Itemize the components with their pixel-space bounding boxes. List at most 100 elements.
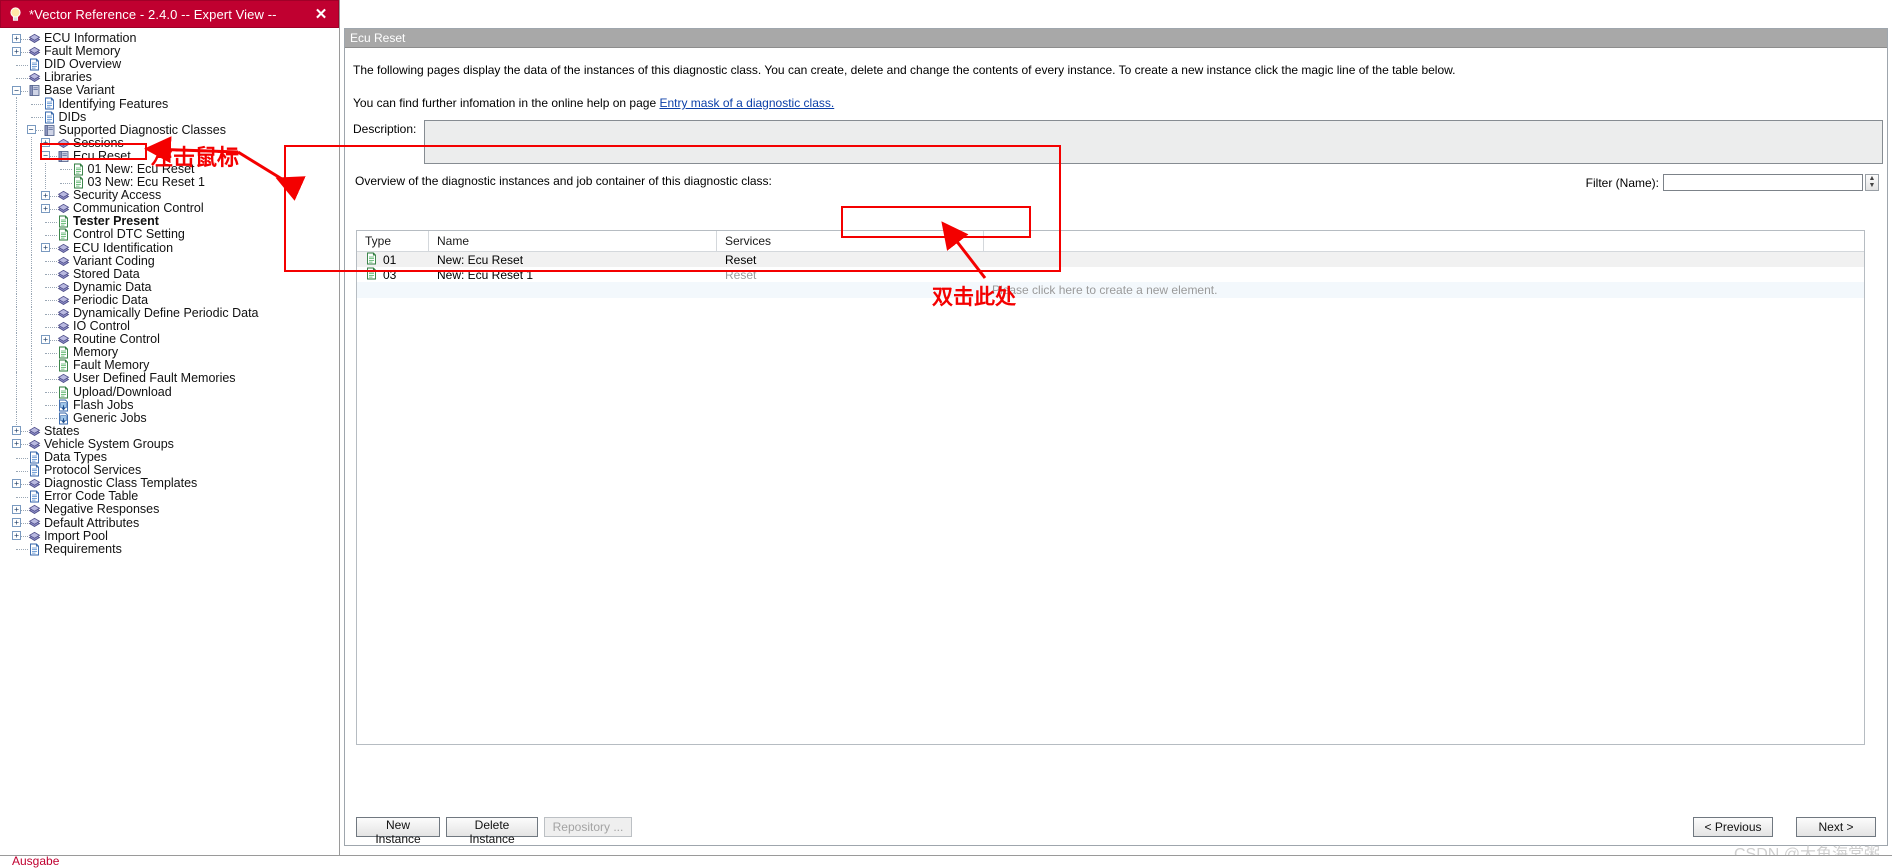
table-column-header[interactable]: Name	[429, 231, 717, 251]
tree-item-memory[interactable]: Memory	[0, 346, 339, 360]
tree-item-generic-jobs[interactable]: Generic Jobs	[0, 411, 339, 425]
tree-expand-icon[interactable]: +	[41, 190, 50, 200]
tree-item-io-control[interactable]: IO Control	[0, 320, 339, 334]
tree-item-ecu-information[interactable]: + ECU Information	[0, 32, 339, 45]
instances-table[interactable]: Type Name Services 01 New: Ecu Reset Reset 03…	[356, 230, 1865, 745]
tree-collapse-icon[interactable]: −	[26, 125, 36, 135]
tree-expand-icon[interactable]: +	[12, 531, 21, 541]
tree-item-error-code-table[interactable]: Error Code Table	[0, 490, 339, 503]
table-column-header[interactable]: Services	[717, 231, 984, 251]
magic-line-hint-text[interactable]: Please click here to create a new elemen…	[984, 283, 1864, 297]
tree-item-periodic-data[interactable]: Periodic Data	[0, 293, 339, 307]
delete-instance-button[interactable]: Delete Instance	[446, 817, 538, 846]
intro-text-block: The following pages display the data of …	[345, 48, 1887, 111]
books-icon	[57, 372, 70, 385]
tree-item-01-new-ecu-reset[interactable]: 01 New: Ecu Reset	[0, 162, 339, 177]
magic-new-element-row[interactable]: Please click here to create a new elemen…	[357, 282, 1864, 298]
tree-item-base-variant[interactable]: − Base Variant	[0, 84, 339, 97]
books-icon	[57, 333, 70, 346]
tree-item-vehicle-system-groups[interactable]: + Vehicle System Groups	[0, 436, 339, 451]
application-window: *Vector Reference - 2.4.0 -- Expert View…	[0, 0, 1892, 868]
tree-item-user-defined-fault-memories[interactable]: User Defined Fault Memories	[0, 371, 339, 386]
tree-expand-icon[interactable]: +	[12, 478, 21, 488]
tree-item-fault-memory[interactable]: + Fault Memory	[0, 45, 339, 58]
tree-collapse-icon[interactable]: −	[12, 85, 21, 95]
overview-label: Overview of the diagnostic instances and…	[355, 174, 772, 188]
tree-item-label: Security Access	[73, 188, 162, 203]
tree-item-import-pool[interactable]: + Import Pool	[0, 529, 339, 543]
previous-button[interactable]: < Previous	[1693, 817, 1773, 837]
tree-item-ecu-identification[interactable]: + ECU Identification	[0, 241, 339, 255]
close-icon[interactable]: ✕	[310, 3, 332, 25]
table-row[interactable]: 01 New: Ecu Reset Reset	[357, 252, 1864, 267]
table-column-header[interactable]	[984, 231, 1864, 251]
tree-item-states[interactable]: + States	[0, 424, 339, 438]
greenpage-icon	[57, 359, 70, 372]
tree-item-flash-jobs[interactable]: Flash Jobs	[0, 398, 339, 412]
project-tree[interactable]: + ECU Information + Fault Memory DID Overvie…	[0, 28, 339, 855]
table-body[interactable]: 01 New: Ecu Reset Reset 03 New: Ecu Reset 1 R…	[357, 252, 1864, 298]
table-column-header[interactable]: Type	[357, 231, 429, 251]
row-name-cell: New: Ecu Reset 1	[437, 267, 534, 282]
tree-item-upload-download[interactable]: Upload/Download	[0, 385, 339, 399]
online-help-link[interactable]: Entry mask of a diagnostic class.	[659, 96, 834, 110]
tree-item-protocol-services[interactable]: Protocol Services	[0, 464, 339, 477]
tree-item-label: User Defined Fault Memories	[73, 371, 236, 386]
tree-item-control-dtc-setting[interactable]: Control DTC Setting	[0, 228, 339, 242]
tree-expand-icon[interactable]: +	[12, 504, 21, 514]
tree-item-did-overview[interactable]: DID Overview	[0, 58, 339, 71]
tree-item-security-access[interactable]: + Security Access	[0, 188, 339, 203]
tree-expand-icon[interactable]: +	[41, 203, 50, 213]
tree-item-label: Data Types	[44, 450, 108, 465]
tree-expand-icon[interactable]: +	[12, 33, 21, 43]
tree-item-diagnostic-class-templates[interactable]: + Diagnostic Class Templates	[0, 477, 339, 490]
tree-item-data-types[interactable]: Data Types	[0, 451, 339, 464]
tree-item-variant-coding[interactable]: Variant Coding	[0, 254, 339, 268]
tree-guide-line	[30, 267, 32, 281]
tree-item-label: Error Code Table	[44, 489, 139, 504]
new-instance-button[interactable]: New Instance	[356, 817, 440, 846]
tree-expand-icon[interactable]: +	[12, 426, 21, 436]
filter-spinner-icon[interactable]: ▲ ▼	[1865, 174, 1879, 191]
tree-item-dynamically-define-periodic-data[interactable]: Dynamically Define Periodic Data	[0, 307, 339, 321]
tree-item-supported-diagnostic-classes[interactable]: − Supported Diagnostic Classes	[0, 123, 339, 137]
tree-item-dids[interactable]: DIDs	[0, 110, 339, 124]
tree-item-label: Sessions	[73, 135, 124, 150]
table-row[interactable]: 03 New: Ecu Reset 1 Reset	[357, 267, 1864, 282]
tree-connector	[16, 496, 28, 498]
folder-icon	[28, 84, 41, 97]
tree-item-fault-memory[interactable]: Fault Memory	[0, 359, 339, 373]
tree-item-dynamic-data[interactable]: Dynamic Data	[0, 280, 339, 294]
tree-expand-icon[interactable]: +	[41, 138, 50, 148]
tree-item-default-attributes[interactable]: + Default Attributes	[0, 516, 339, 529]
tree-collapse-icon[interactable]: −	[41, 151, 50, 161]
tree-item-label: Vehicle System Groups	[44, 436, 174, 451]
tree-expand-icon[interactable]: +	[12, 517, 21, 527]
tree-item-tester-present[interactable]: Tester Present	[0, 215, 339, 229]
filter-input[interactable]	[1663, 174, 1863, 191]
tree-item-identifying-features[interactable]: Identifying Features	[0, 97, 339, 111]
tree-item-sessions[interactable]: + Sessions	[0, 135, 339, 150]
tree-item-label: Communication Control	[73, 201, 204, 216]
next-button[interactable]: Next >	[1796, 817, 1876, 837]
tree-expand-icon[interactable]: +	[41, 334, 50, 344]
tree-connector	[16, 549, 28, 551]
tree-item-routine-control[interactable]: + Routine Control	[0, 333, 339, 347]
tree-expand-icon[interactable]: +	[12, 439, 21, 449]
tree-guide-line	[30, 333, 32, 347]
tree-item-communication-control[interactable]: + Communication Control	[0, 201, 339, 216]
tree-expand-icon[interactable]: +	[41, 243, 50, 252]
tree-item-libraries[interactable]: Libraries	[0, 71, 339, 84]
bulb-icon	[7, 6, 23, 22]
tree-item-requirements[interactable]: Requirements	[0, 542, 339, 556]
tree-item-negative-responses[interactable]: + Negative Responses	[0, 503, 339, 516]
tree-connector	[45, 234, 57, 236]
tree-item-03-new-ecu-reset-1[interactable]: 03 New: Ecu Reset 1	[0, 176, 339, 190]
tree-item-ecu-reset[interactable]: − Ecu Reset	[0, 149, 339, 163]
page-icon	[28, 58, 41, 71]
intro-line-2: You can find further infomation in the o…	[353, 78, 1887, 111]
tree-item-stored-data[interactable]: Stored Data	[0, 267, 339, 281]
description-field[interactable]	[424, 120, 1883, 164]
tree-expand-icon[interactable]: +	[12, 46, 21, 56]
tree-connector	[45, 274, 57, 276]
